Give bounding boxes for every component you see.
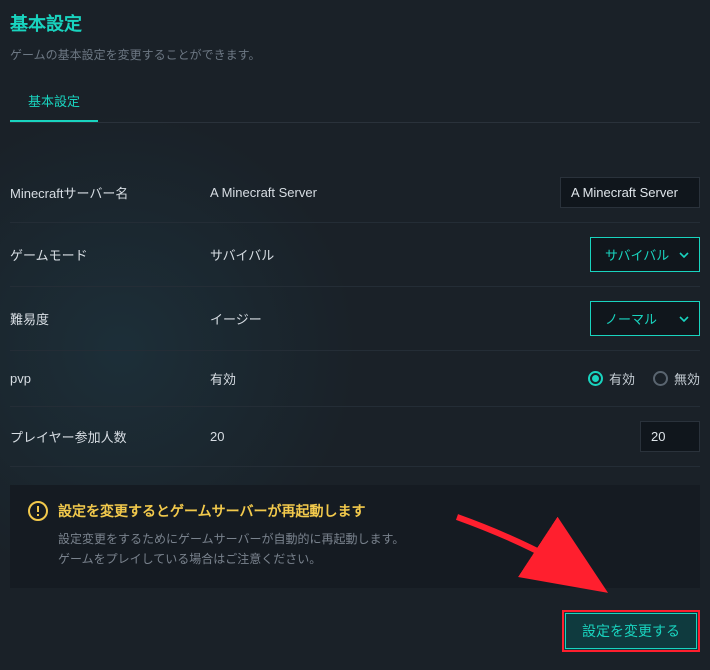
row-server-name: Minecraftサーバー名 A Minecraft Server xyxy=(10,163,700,223)
chevron-down-icon xyxy=(679,252,689,258)
label-server-name: Minecraftサーバー名 xyxy=(10,183,210,202)
radio-pvp-enabled-label: 有効 xyxy=(609,369,635,388)
label-pvp: pvp xyxy=(10,371,210,386)
notice-line-1: 設定変更をするためにゲームサーバーが自動的に再起動します。 xyxy=(58,529,682,549)
notice-line-2: ゲームをプレイしている場合はご注意ください。 xyxy=(58,549,682,569)
input-server-name[interactable] xyxy=(560,177,700,208)
save-settings-button[interactable]: 設定を変更する xyxy=(562,610,700,652)
action-bar: 設定を変更する xyxy=(10,610,700,652)
radio-pvp-disabled-label: 無効 xyxy=(674,369,700,388)
current-max-players: 20 xyxy=(210,429,410,444)
select-game-mode-value: サバイバル xyxy=(605,248,669,263)
row-pvp: pvp 有効 有効 無効 xyxy=(10,351,700,407)
tab-basic-settings[interactable]: 基本設定 xyxy=(10,83,98,122)
input-max-players[interactable] xyxy=(640,421,700,452)
tabs: 基本設定 xyxy=(10,83,700,123)
radio-dot-icon xyxy=(653,371,668,386)
radio-dot-icon xyxy=(588,371,603,386)
page-subtitle: ゲームの基本設定を変更することができます。 xyxy=(10,46,700,83)
warning-icon xyxy=(28,501,48,521)
select-game-mode[interactable]: サバイバル xyxy=(590,237,700,272)
row-game-mode: ゲームモード サバイバル サバイバル xyxy=(10,223,700,287)
page-title: 基本設定 xyxy=(10,6,700,46)
row-max-players: プレイヤー参加人数 20 xyxy=(10,407,700,467)
current-game-mode: サバイバル xyxy=(210,245,410,264)
label-game-mode: ゲームモード xyxy=(10,245,210,264)
select-difficulty[interactable]: ノーマル xyxy=(590,301,700,336)
radio-pvp-enabled[interactable]: 有効 xyxy=(588,369,635,388)
select-difficulty-value: ノーマル xyxy=(605,312,657,327)
notice-title: 設定を変更するとゲームサーバーが再起動します xyxy=(58,501,365,521)
chevron-down-icon xyxy=(679,316,689,322)
label-max-players: プレイヤー参加人数 xyxy=(10,427,210,446)
current-pvp: 有効 xyxy=(210,369,410,388)
current-server-name: A Minecraft Server xyxy=(210,185,410,200)
label-difficulty: 難易度 xyxy=(10,309,210,328)
radio-pvp-disabled[interactable]: 無効 xyxy=(653,369,700,388)
radio-group-pvp: 有効 無効 xyxy=(588,369,700,388)
notice-restart: 設定を変更するとゲームサーバーが再起動します 設定変更をするためにゲームサーバー… xyxy=(10,485,700,588)
current-difficulty: イージー xyxy=(210,309,410,328)
row-difficulty: 難易度 イージー ノーマル xyxy=(10,287,700,351)
